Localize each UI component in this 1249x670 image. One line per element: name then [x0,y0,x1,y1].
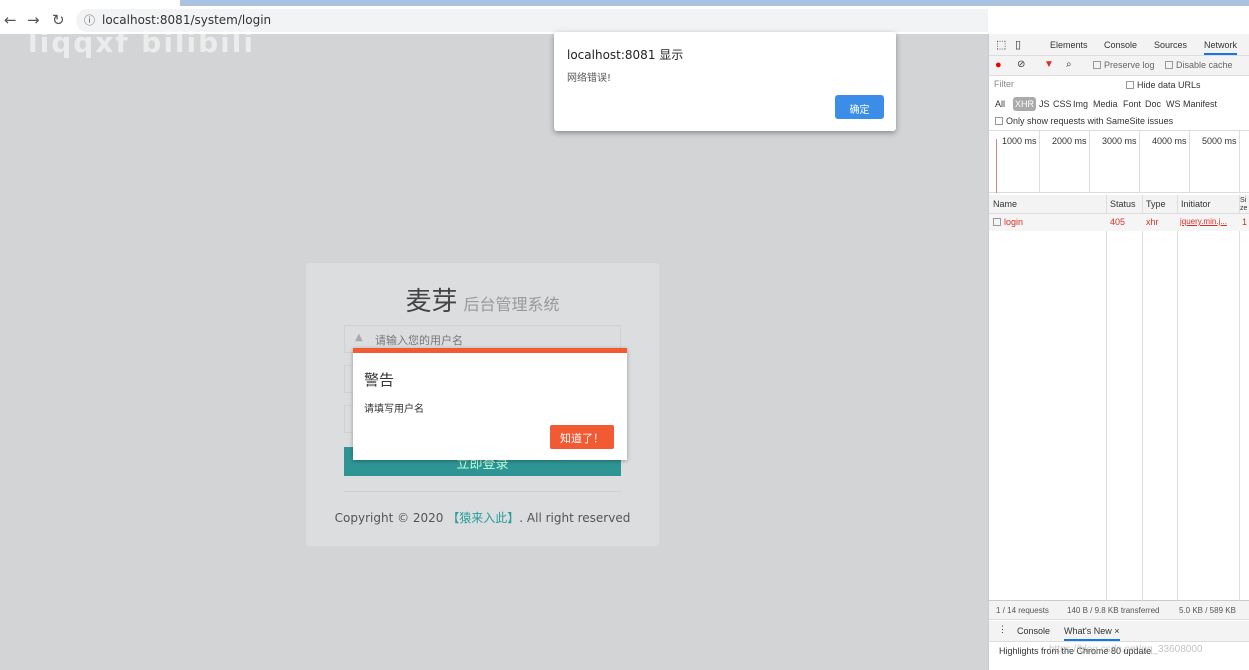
timeline-gridline [1189,131,1190,192]
timeline-tick: 3000 ms [1102,136,1137,146]
close-icon[interactable]: × [1114,626,1119,636]
username-placeholder: 请输入您的用户名 [375,334,463,347]
type-filter-doc[interactable]: Doc [1145,99,1161,109]
tab-console[interactable]: Console [1104,40,1137,50]
alert-dialog: localhost:8081 显示 网络错误! 确定 [554,32,896,131]
dialog-message: 请填写用户名 [364,404,424,415]
search-icon[interactable]: ⌕ [1066,59,1072,70]
tab-elements[interactable]: Elements [1050,40,1088,50]
type-filter-all[interactable]: All [995,99,1005,109]
copyright-prefix: Copyright © 2020 [334,511,448,525]
timeline-tick: 1000 ms [1002,136,1037,146]
summary-transferred: 140 B / 9.8 KB transferred [1067,606,1160,615]
divider [344,491,621,492]
type-filter-js[interactable]: JS [1039,99,1050,109]
row-size: 1 [1242,217,1248,227]
watermark: https://blog.csdn.net/qq_33608000 [1049,644,1203,655]
device-icon[interactable]: ▯ [1015,38,1021,51]
timeline-gridline [1089,131,1090,192]
preserve-log-checkbox[interactable]: Preserve log [1093,60,1155,70]
copyright: Copyright © 2020 【猿来入此】. All right reser… [306,509,659,526]
user-icon: ▲ [355,332,363,343]
back-icon[interactable]: ← [4,11,17,29]
more-icon[interactable]: ⋮ [998,624,1007,635]
devtools-panel: ⬚ ▯ Elements Console Sources Network ● ⊘… [988,34,1249,670]
type-filters: All XHR JS CSS Img Media Font Doc WS Manifest [989,96,1249,113]
copyright-link[interactable]: 【猿来入此】 [447,511,519,525]
hide-data-urls-checkbox[interactable]: Hide data URLs [1126,80,1201,90]
type-filter-img[interactable]: Img [1073,99,1088,109]
drawer-tabs: ⋮ Console What's New × [989,621,1249,642]
column-lines [989,195,1249,600]
table-row[interactable]: login 405 xhr jquery.min.j... 1 [989,214,1249,231]
timeline-tick: 4000 ms [1152,136,1187,146]
logo-mark: 麦芽 [405,287,458,317]
timeline-tick: 2000 ms [1052,136,1087,146]
logo: 麦芽 后台管理系统 [306,281,659,318]
row-status: 405 [1110,217,1126,227]
summary-requests: 1 / 14 requests [996,606,1049,615]
drawer-tab-whats-new[interactable]: What's New × [1064,626,1120,641]
disable-cache-checkbox[interactable]: Disable cache [1165,60,1233,70]
url-text: localhost:8081/system/login [102,13,272,27]
timeline-overview[interactable]: 1000 ms 2000 ms 3000 ms 4000 ms 5000 ms [989,131,1249,193]
timeline-gridline [1239,131,1240,192]
warning-dialog: 警告 请填写用户名 知道了！ [353,348,627,460]
type-filter-ws[interactable]: WS [1166,99,1181,109]
type-filter-css[interactable]: CSS [1053,99,1072,109]
alert-message: 网络错误! [567,73,612,84]
logo-text: 后台管理系统 [463,295,560,314]
filter-icon[interactable]: ▼ [1044,59,1054,70]
tab-network[interactable]: Network [1204,40,1238,55]
row-type: xhr [1146,217,1159,227]
type-filter-media[interactable]: Media [1093,99,1118,109]
type-filter-manifest[interactable]: Manifest [1183,99,1217,109]
watermark: liqqxf bilibili [28,26,255,59]
timeline-gridline [1139,131,1140,192]
type-filter-font[interactable]: Font [1123,99,1141,109]
record-icon[interactable]: ● [995,59,1002,71]
clear-icon[interactable]: ⊘ [1017,59,1025,70]
timeline-tick: 5000 ms [1202,136,1237,146]
alert-ok-button[interactable]: 确定 [835,95,884,119]
tab-sources[interactable]: Sources [1154,40,1187,50]
inspect-icon[interactable]: ⬚ [996,38,1006,51]
drawer-tab-console[interactable]: Console [1017,626,1050,636]
dialog-ok-button[interactable]: 知道了！ [550,425,614,449]
samesite-checkbox[interactable]: Only show requests with SameSite issues [995,116,1173,126]
filter-input[interactable]: Filter [992,79,1115,93]
summary-resources: 5.0 KB / 589 KB [1179,606,1236,615]
row-name[interactable]: login [1004,217,1023,227]
row-initiator[interactable]: jquery.min.j... [1180,217,1227,226]
copyright-suffix: . All right reserved [519,511,631,525]
alert-title: localhost:8081 显示 [567,48,684,62]
type-filter-xhr[interactable]: XHR [1013,97,1037,111]
status-bar: 1 / 14 requests 140 B / 9.8 KB transferr… [989,600,1249,620]
dialog-title: 警告 [364,371,395,389]
timeline-gridline [1039,131,1040,192]
